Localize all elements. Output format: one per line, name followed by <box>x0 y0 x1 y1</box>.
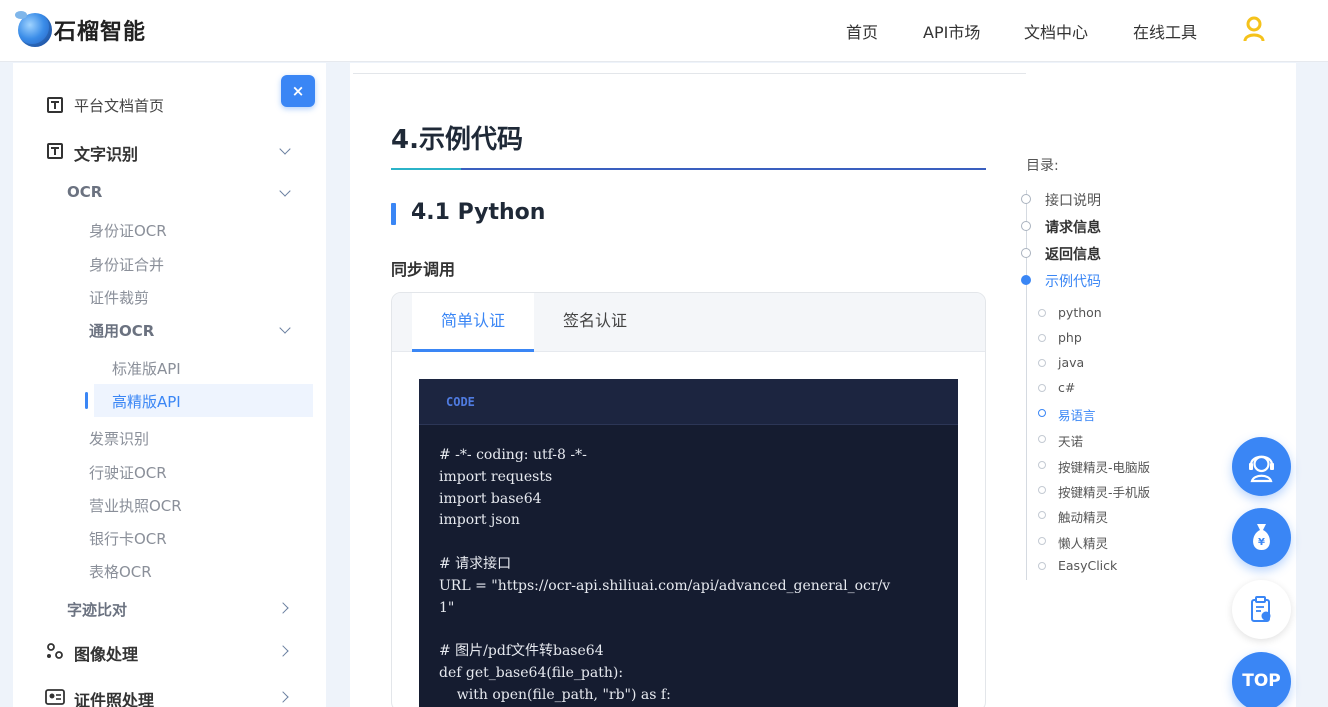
nav-docs[interactable]: 文档中心 <box>1024 19 1088 43</box>
pricing-button[interactable]: ¥ <box>1232 508 1291 567</box>
code-header: CODE <box>419 379 958 425</box>
subheading-marker <box>391 203 396 225</box>
toc-item-response-info[interactable]: 返回信息 <box>1045 244 1101 264</box>
sidebar-item-text-recognition[interactable]: 文字识别 <box>74 141 138 165</box>
toc-dot <box>1021 248 1031 258</box>
toc-sub-php[interactable]: php <box>1058 330 1082 345</box>
sidebar-item-id-crop[interactable]: 证件裁剪 <box>89 287 149 308</box>
toc-dot <box>1021 221 1031 231</box>
toc-sub-easyclick[interactable]: EasyClick <box>1058 558 1117 573</box>
toc-sub-ajjl-mobile[interactable]: 按键精灵-手机版 <box>1058 482 1150 501</box>
sidebar-item-invoice[interactable]: 发票识别 <box>89 428 149 449</box>
nav-api-market[interactable]: API市场 <box>923 19 980 43</box>
feedback-button[interactable] <box>1232 580 1291 639</box>
tab-signature-auth[interactable]: 签名认证 <box>534 293 656 352</box>
sidebar-close-button[interactable]: × <box>281 75 315 107</box>
toc-sub-python[interactable]: python <box>1058 305 1102 320</box>
sidebar-item-general-ocr[interactable]: 通用OCR <box>89 320 154 341</box>
sidebar-item-advanced-api[interactable]: 高精版API <box>112 391 181 412</box>
brand-name: 石榴智能 <box>54 20 147 45</box>
toc-subdot <box>1038 486 1046 494</box>
nav-home[interactable]: 首页 <box>846 19 878 43</box>
sidebar-item-standard-api[interactable]: 标准版API <box>112 358 181 379</box>
toc-subdot <box>1038 309 1046 317</box>
doc-icon <box>47 97 63 113</box>
sync-call-heading: 同步调用 <box>391 260 456 279</box>
toc-item-request-info[interactable]: 请求信息 <box>1045 217 1101 237</box>
sidebar-item-handwriting[interactable]: 字迹比对 <box>67 599 127 620</box>
heading-underline-accent <box>391 168 461 170</box>
toc-title: 目录: <box>1026 158 1059 174</box>
toc-dot <box>1021 194 1031 204</box>
toc-subdot <box>1038 384 1046 392</box>
sidebar-item-idcard-merge[interactable]: 身份证合并 <box>89 254 164 275</box>
customer-service-button[interactable] <box>1232 437 1291 496</box>
toc-item-api-desc[interactable]: 接口说明 <box>1045 190 1101 210</box>
toc-sub-tiannuo[interactable]: 天诺 <box>1058 431 1083 450</box>
toc-item-sample-code[interactable]: 示例代码 <box>1045 271 1101 291</box>
code-content: # -*- coding: utf-8 -*- import requests … <box>439 447 891 703</box>
doc-icon <box>47 143 63 159</box>
sidebar-item-ocr[interactable]: OCR <box>67 183 102 201</box>
sidebar-item-id-photo[interactable]: 证件照处理 <box>74 687 154 707</box>
toc-sub-lanren[interactable]: 懒人精灵 <box>1058 533 1108 552</box>
money-bag-icon: ¥ <box>1253 524 1270 550</box>
sidebar-item-business-license[interactable]: 营业执照OCR <box>89 495 182 516</box>
toc-sub-java[interactable]: java <box>1058 355 1084 370</box>
sidebar-item-platform-home[interactable]: 平台文档首页 <box>74 95 164 116</box>
toc-subdot <box>1038 537 1046 545</box>
sidebar-item-table-ocr[interactable]: 表格OCR <box>89 561 152 582</box>
toc-subdot <box>1038 461 1046 469</box>
toc-subdot <box>1038 435 1046 443</box>
brand-logo[interactable]: 石榴智能 <box>15 11 147 47</box>
heading-underline <box>391 168 986 170</box>
logo-icon <box>15 11 52 47</box>
divider <box>353 73 1026 74</box>
toc-sub-csharp[interactable]: c# <box>1058 380 1075 395</box>
toc-subdot <box>1038 359 1046 367</box>
active-item-indicator <box>85 392 88 409</box>
toc-sub-yiyuyan[interactable]: 易语言 <box>1058 405 1096 424</box>
sidebar-item-image-processing[interactable]: 图像处理 <box>74 641 138 665</box>
clipboard-icon <box>1251 596 1271 622</box>
code-label: CODE <box>446 395 475 409</box>
sidebar-item-bank-card[interactable]: 银行卡OCR <box>89 528 167 549</box>
user-icon[interactable] <box>1242 16 1266 42</box>
toc-subdot <box>1038 511 1046 519</box>
toc-subdot <box>1038 562 1046 570</box>
nav-online-tools[interactable]: 在线工具 <box>1133 19 1197 43</box>
toc-subdot-active <box>1038 409 1046 417</box>
tab-simple-auth[interactable]: 简单认证 <box>412 293 534 352</box>
toc-subdot <box>1038 334 1046 342</box>
top-navbar <box>0 0 1328 62</box>
toc-dot-active <box>1021 275 1031 285</box>
toc-sub-chudong[interactable]: 触动精灵 <box>1058 507 1108 526</box>
back-to-top-button[interactable]: TOP <box>1232 652 1291 707</box>
toc-sub-ajjl-pc[interactable]: 按键精灵-电脑版 <box>1058 457 1150 476</box>
subsection-heading: 4.1 Python <box>411 200 546 225</box>
section-heading: 4.示例代码 <box>391 125 523 155</box>
svg-text:¥: ¥ <box>1258 537 1265 548</box>
sidebar-item-idcard-ocr[interactable]: 身份证OCR <box>89 220 167 241</box>
id-photo-icon <box>45 689 65 705</box>
image-processing-icon <box>47 643 63 659</box>
code-block: CODE # -*- coding: utf-8 -*- import requ… <box>419 379 958 707</box>
tabs-header: 简单认证 签名认证 <box>392 293 985 352</box>
sidebar-item-driving-license[interactable]: 行驶证OCR <box>89 462 167 483</box>
headset-icon <box>1249 455 1274 483</box>
